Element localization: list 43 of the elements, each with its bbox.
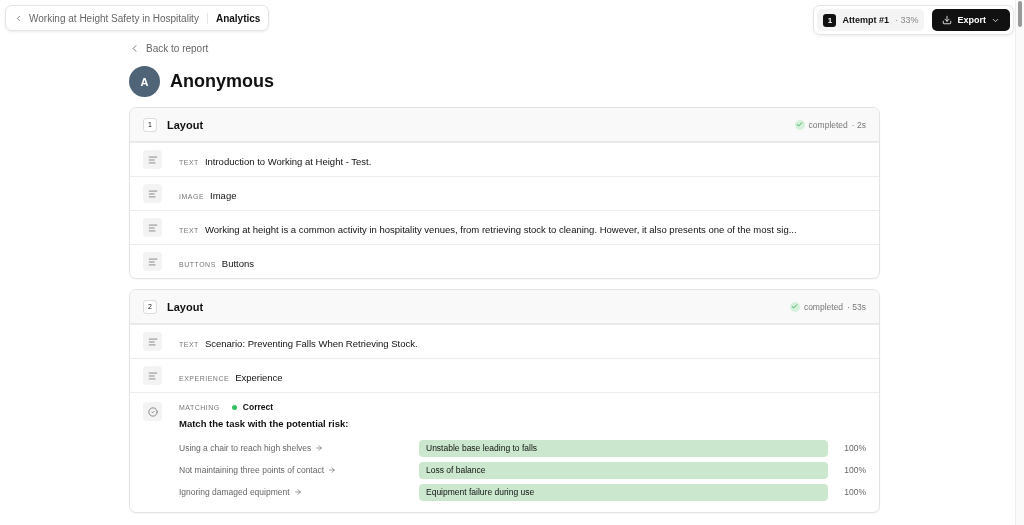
text-lines-icon xyxy=(143,218,162,237)
avatar: A xyxy=(129,66,160,97)
breadcrumb-link[interactable]: Working at Height Safety in Hospitality xyxy=(14,12,208,24)
text-lines-icon xyxy=(143,184,162,203)
duration-text: · 53s xyxy=(847,301,866,312)
user-name: Anonymous xyxy=(170,71,274,92)
percent-text: 100% xyxy=(843,443,866,453)
status-text: completed xyxy=(803,301,844,312)
section-title: Layout xyxy=(167,118,204,131)
question-text: Match the task with the potential risk: xyxy=(179,418,350,429)
arrow-icon xyxy=(293,488,302,496)
risk-text: Loss of balance xyxy=(425,463,486,477)
task-text: Not maintaining three points of contact xyxy=(179,465,325,475)
item-title: Experience xyxy=(235,371,283,383)
export-button[interactable]: Export xyxy=(932,9,1010,31)
percent-text: 100% xyxy=(843,487,866,497)
item-title: Scenario: Preventing Falls When Retrieving Stock. xyxy=(204,337,418,349)
attempt-selector[interactable]: 1 Attempt #1 · 33% xyxy=(817,9,925,31)
status-text: completed xyxy=(808,119,848,130)
task-text: Ignoring damaged equipment xyxy=(179,487,290,497)
chevron-left-icon xyxy=(14,13,23,23)
risk-text: Equipment failure during use xyxy=(425,485,535,499)
item-title: Buttons xyxy=(221,257,255,269)
arrow-icon xyxy=(315,444,324,452)
risk-text: Unstable base leading to falls xyxy=(425,441,538,455)
item-title: Working at height is a common activity in hospitality venues, from retrieving stock to cleaning. However, it also presents one of the most sig... xyxy=(204,223,797,235)
back-link[interactable]: Back to report xyxy=(129,43,209,54)
text-lines-icon xyxy=(143,366,162,385)
text-lines-icon xyxy=(143,332,162,351)
text-lines-icon xyxy=(143,150,162,169)
item-title: Introduction to Working at Height - Test. xyxy=(204,155,372,167)
task-text: Using a chair to reach high shelves xyxy=(179,443,312,453)
duration-text: · 2s xyxy=(851,119,866,130)
breadcrumb-current: Analytics xyxy=(214,12,261,24)
arrow-icon xyxy=(328,466,337,474)
section-title: Layout xyxy=(167,300,204,313)
download-icon xyxy=(942,15,953,25)
circle-check-icon xyxy=(143,402,162,421)
item-title: Image xyxy=(210,189,237,201)
scrollbar[interactable] xyxy=(1015,0,1024,525)
percent-text: 100% xyxy=(843,465,866,475)
result-text: Correct xyxy=(242,402,274,412)
text-lines-icon xyxy=(143,252,162,271)
